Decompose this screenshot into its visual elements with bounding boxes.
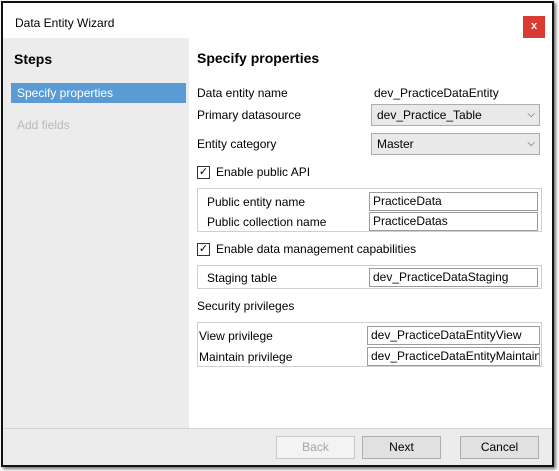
data-entity-wizard-window: Data Entity Wizard x Steps Specify prope… (1, 1, 554, 467)
primary-datasource-value: dev_Practice_Table (377, 108, 482, 122)
security-privileges-label: Security privileges (197, 299, 295, 313)
primary-datasource-select[interactable]: dev_Practice_Table ⌵ (371, 104, 540, 126)
entity-category-label: Entity category (197, 137, 277, 151)
security-privileges-group: View privilege dev_PracticeDataEntityVie… (197, 322, 542, 367)
title-bar: Data Entity Wizard x (3, 3, 552, 38)
page-title: Specify properties (197, 50, 320, 66)
chevron-down-icon: ⌵ (527, 109, 535, 120)
next-button[interactable]: Next (362, 436, 441, 459)
staging-table-input[interactable]: dev_PracticeDataStaging (369, 268, 538, 287)
enable-data-mgmt-label: Enable data management capabilities (216, 242, 417, 256)
public-collection-name-input[interactable]: PracticeDatas (369, 212, 538, 231)
button-bar: Back Next Cancel (3, 428, 552, 465)
public-collection-name-label: Public collection name (207, 215, 327, 229)
public-api-group: Public entity name PracticeData Public c… (197, 188, 542, 232)
chevron-down-icon: ⌵ (527, 138, 535, 149)
steps-title: Steps (14, 51, 53, 67)
entity-category-value: Master (377, 137, 414, 151)
staging-table-label: Staging table (207, 271, 278, 285)
entity-category-select[interactable]: Master ⌵ (371, 133, 540, 155)
data-mgmt-group: Staging table dev_PracticeDataStaging (197, 265, 542, 289)
step-specify-properties[interactable]: Specify properties (11, 83, 186, 103)
steps-pane: Steps Specify properties Add fields (3, 38, 189, 428)
data-entity-name-value: dev_PracticeDataEntity (374, 86, 499, 100)
enable-data-mgmt-checkbox[interactable]: ✓ (197, 243, 210, 256)
enable-public-api-checkbox[interactable]: ✓ (197, 166, 210, 179)
view-privilege-input[interactable]: dev_PracticeDataEntityView (367, 326, 540, 345)
primary-datasource-label: Primary datasource (197, 108, 302, 122)
window-title: Data Entity Wizard (15, 16, 115, 30)
maintain-privilege-label: Maintain privilege (199, 350, 293, 364)
close-button[interactable]: x (523, 16, 545, 38)
maintain-privilege-input[interactable]: dev_PracticeDataEntityMaintain (367, 347, 540, 366)
step-add-fields: Add fields (17, 118, 70, 132)
data-entity-name-label: Data entity name (197, 86, 288, 100)
properties-pane: Specify properties Data entity name dev_… (189, 38, 552, 428)
back-button: Back (276, 436, 355, 459)
cancel-button[interactable]: Cancel (460, 436, 539, 459)
public-entity-name-label: Public entity name (207, 195, 306, 209)
public-entity-name-input[interactable]: PracticeData (369, 192, 538, 211)
view-privilege-label: View privilege (199, 329, 273, 343)
enable-public-api-label: Enable public API (216, 165, 311, 179)
